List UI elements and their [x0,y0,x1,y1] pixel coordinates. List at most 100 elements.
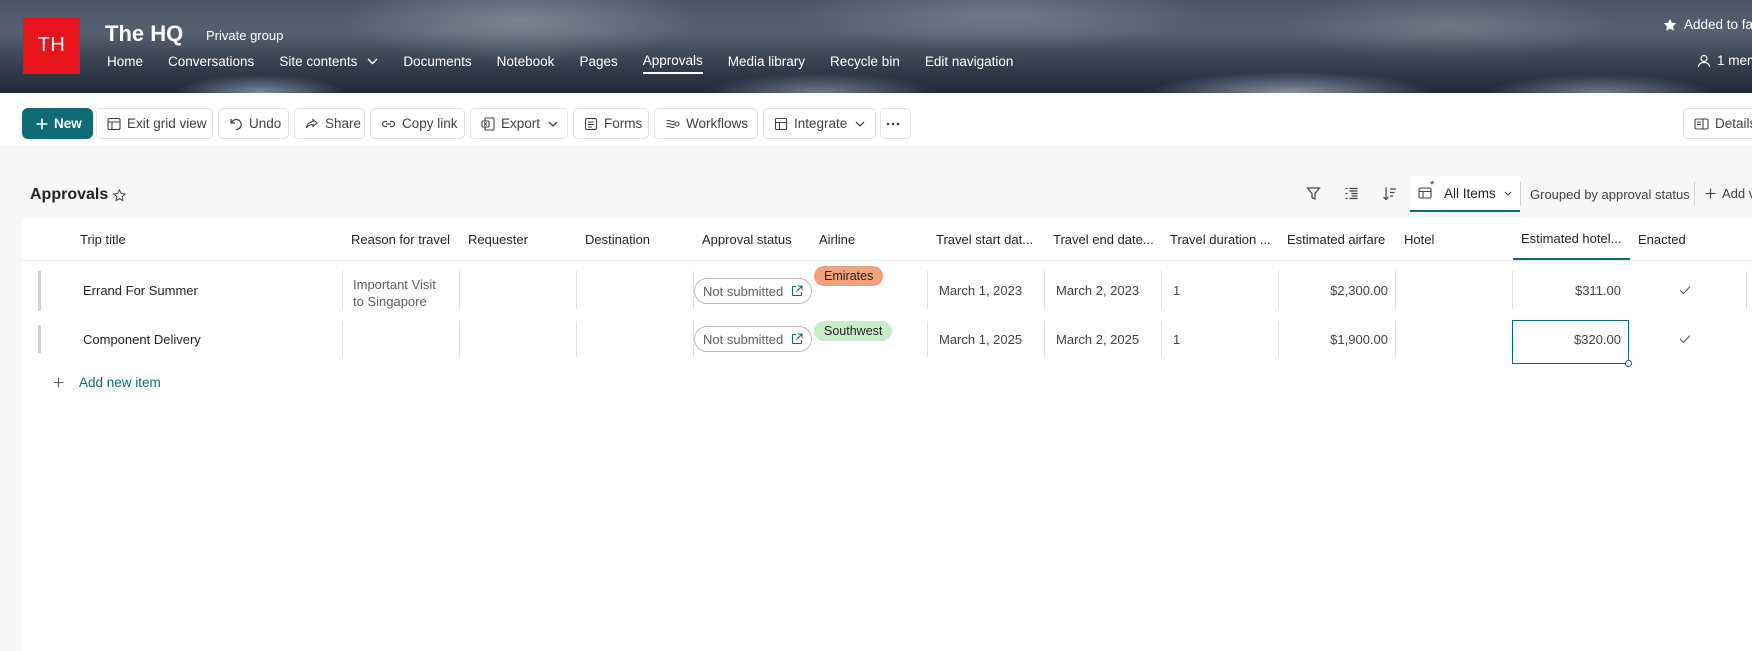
col-header-enacted[interactable]: Enacted [1638,218,1748,260]
col-header-hotel[interactable]: Hotel [1404,218,1514,260]
favorite-label: Added to favorites [1684,17,1752,32]
cell-estimated-airfare[interactable]: $1,900.00 [1284,332,1388,347]
cell-travel-start[interactable]: March 1, 2025 [939,332,1022,347]
grid-icon [107,117,121,130]
col-header-travel-start[interactable]: Travel start dat... [936,218,1048,260]
more-options-button[interactable] [880,108,911,139]
nav-site-contents[interactable]: Site contents [279,54,378,73]
nav-conversations[interactable]: Conversations [168,54,254,73]
workflow-icon [666,119,680,128]
cell-trip-title[interactable]: Errand For Summer [83,283,198,298]
exit-grid-view-label: Exit grid view [127,116,207,131]
nav-documents[interactable]: Documents [403,54,471,73]
workflows-button[interactable]: Workflows [654,108,758,139]
nav-edit-navigation[interactable]: Edit navigation [925,54,1014,73]
add-view-button[interactable]: Add view [1705,186,1752,201]
cell-trip-title[interactable]: Component Delivery [83,332,201,347]
cell-estimated-hotel[interactable]: $320.00 [1516,332,1621,347]
col-header-destination[interactable]: Destination [585,218,695,260]
header-divider [22,260,1752,261]
col-header-reason[interactable]: Reason for travel [351,218,461,260]
export-button[interactable]: Export [470,108,568,139]
site-privacy-label: Private group [206,28,284,43]
col-header-airline[interactable]: Airline [819,218,929,260]
view-icon-wrap: * [1418,179,1438,200]
form-icon [584,117,598,130]
col-header-travel-end[interactable]: Travel end date... [1053,218,1165,260]
sort-icon[interactable] [1382,186,1397,204]
share-button[interactable]: Share [294,108,365,139]
table-row[interactable]: Errand For Summer Important Visit to Sin… [22,263,1752,319]
undo-icon [230,118,242,130]
members-button[interactable]: 1 member [1697,53,1752,68]
share-label: Share [325,116,362,131]
table-row[interactable]: Component Delivery Not submitted Southwe… [22,320,1752,369]
approval-status-pill[interactable]: Not submitted [694,278,813,304]
col-header-approval-status[interactable]: Approval status [702,218,812,260]
col-header-estimated-airfare[interactable]: Estimated airfare [1287,218,1399,260]
add-new-item-button[interactable]: Add new item [53,375,161,390]
approval-status-pill[interactable]: Not submitted [694,326,813,352]
nav-approvals[interactable]: Approvals [642,53,703,74]
cell-estimated-airfare[interactable]: $2,300.00 [1284,283,1388,298]
nav-home[interactable]: Home [107,54,143,73]
members-label: 1 member [1717,53,1752,68]
favorite-list-star-icon[interactable] [112,188,127,205]
row-selector[interactable] [38,325,41,353]
group-by-icon[interactable] [1344,186,1359,204]
col-header-requester[interactable]: Requester [468,218,578,260]
col-header-estimated-hotel[interactable]: Estimated hotel... [1513,218,1630,260]
copy-link-button[interactable]: Copy link [370,108,465,139]
nav-pages[interactable]: Pages [579,54,617,73]
exit-grid-view-button[interactable]: Exit grid view [96,108,213,139]
checkmark-icon[interactable] [1679,331,1691,347]
cell-divider [459,321,460,357]
view-name: All Items [1444,185,1496,201]
excel-icon [481,116,495,131]
site-logo[interactable]: TH [23,17,80,74]
col-header-travel-duration[interactable]: Travel duration ... [1170,218,1282,260]
cell-divider [1395,321,1396,357]
share-icon [305,117,318,128]
open-in-new-icon [792,333,803,345]
airline-tag[interactable]: Southwest [814,321,893,341]
forms-button[interactable]: Forms [573,108,649,139]
list-grid: Trip title Reason for travel Requester D… [22,218,1752,651]
favorite-button[interactable]: Added to favorites [1663,17,1752,32]
copy-link-label: Copy link [402,116,458,131]
nav-media-library[interactable]: Media library [728,54,805,73]
approval-status-label: Not submitted [703,283,784,299]
cell-estimated-hotel[interactable]: $311.00 [1516,283,1621,298]
nav-notebook[interactable]: Notebook [497,54,555,73]
cell-travel-duration[interactable]: 1 [1173,332,1180,347]
cell-travel-end[interactable]: March 2, 2025 [1056,332,1139,347]
integrate-button[interactable]: Integrate [763,108,876,139]
filter-icon[interactable] [1306,186,1321,204]
new-button[interactable]: New [22,108,93,139]
chevron-down-icon [367,58,378,65]
site-title[interactable]: The HQ [105,21,183,47]
toolbar-divider [1694,182,1695,206]
undo-button[interactable]: Undo [218,108,289,139]
cell-divider [1746,271,1747,309]
cell-reason[interactable]: Important Visit to Singapore [353,276,443,310]
plus-icon [36,118,48,129]
cell-travel-end[interactable]: March 2, 2023 [1056,283,1139,298]
export-label: Export [501,116,541,131]
airline-tag[interactable]: Emirates [814,266,884,286]
details-pane-icon [1694,117,1709,130]
command-bar: New Exit grid view Undo Share Copy link … [0,93,1752,145]
cell-travel-duration[interactable]: 1 [1173,283,1180,298]
approval-status-label: Not submitted [703,331,784,347]
col-header-trip-title[interactable]: Trip title [80,218,320,260]
nav-recycle-bin[interactable]: Recycle bin [830,54,900,73]
details-button[interactable]: Details [1683,108,1752,139]
chevron-down-icon [855,121,865,127]
checkmark-icon[interactable] [1679,282,1691,298]
new-button-label: New [54,116,82,131]
fill-handle[interactable] [1625,360,1632,367]
cell-travel-start[interactable]: March 1, 2023 [939,283,1022,298]
add-view-label: Add view [1722,186,1752,201]
view-selector[interactable]: * All Items [1410,176,1520,212]
row-selector[interactable] [38,271,41,311]
